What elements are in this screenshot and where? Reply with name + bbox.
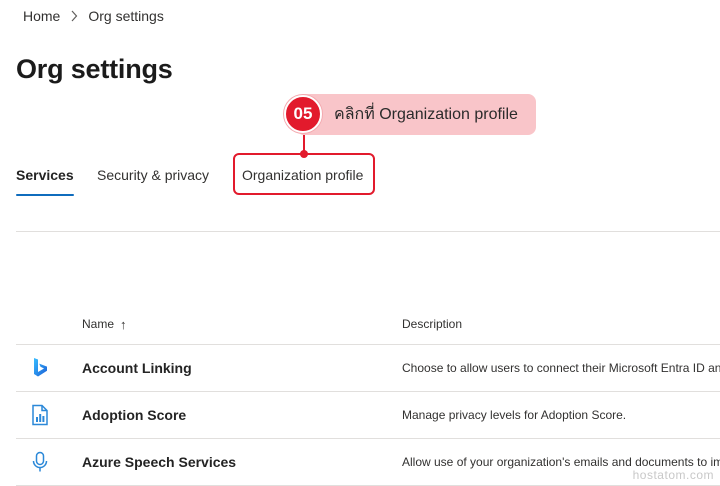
tab-organization-profile[interactable]: Organization profile	[234, 154, 371, 196]
service-name: Account Linking	[82, 360, 192, 376]
chevron-right-icon	[64, 8, 84, 24]
table-row[interactable]: Azure Speech Services Allow use of your …	[16, 439, 720, 486]
sort-ascending-icon: ↑	[120, 316, 127, 332]
callout-dot	[300, 150, 308, 158]
service-description: Manage privacy levels for Adoption Score…	[402, 408, 627, 422]
callout-text: คลิกที่ Organization profile	[334, 106, 518, 123]
breadcrumb-current: Org settings	[88, 8, 164, 24]
bing-icon	[28, 356, 52, 380]
org-settings-page: Home Org settings Org settings Services …	[0, 0, 720, 486]
table-header: Name ↑ Description	[16, 304, 720, 345]
table-row[interactable]: Account Linking Choose to allow users to…	[16, 345, 720, 392]
watermark: hostatom.com	[632, 468, 714, 482]
breadcrumb: Home Org settings	[23, 8, 164, 24]
column-header-name[interactable]: Name ↑	[82, 304, 127, 344]
tab-divider	[16, 231, 720, 232]
microphone-icon	[28, 450, 52, 474]
page-title: Org settings	[16, 54, 173, 84]
step-badge: 05	[284, 95, 322, 133]
service-description: Choose to allow users to connect their M…	[402, 361, 720, 375]
table-row[interactable]: Adoption Score Manage privacy levels for…	[16, 392, 720, 439]
breadcrumb-home-link[interactable]: Home	[23, 8, 60, 24]
report-icon	[28, 403, 52, 427]
tab-services[interactable]: Services	[16, 154, 74, 196]
column-header-description: Description	[402, 317, 463, 331]
callout-label: คลิกที่ Organization profile	[296, 94, 536, 135]
service-name: Adoption Score	[82, 407, 187, 423]
tab-security-privacy[interactable]: Security & privacy	[97, 154, 209, 196]
column-name-label: Name	[82, 317, 115, 331]
service-name: Azure Speech Services	[82, 454, 237, 470]
